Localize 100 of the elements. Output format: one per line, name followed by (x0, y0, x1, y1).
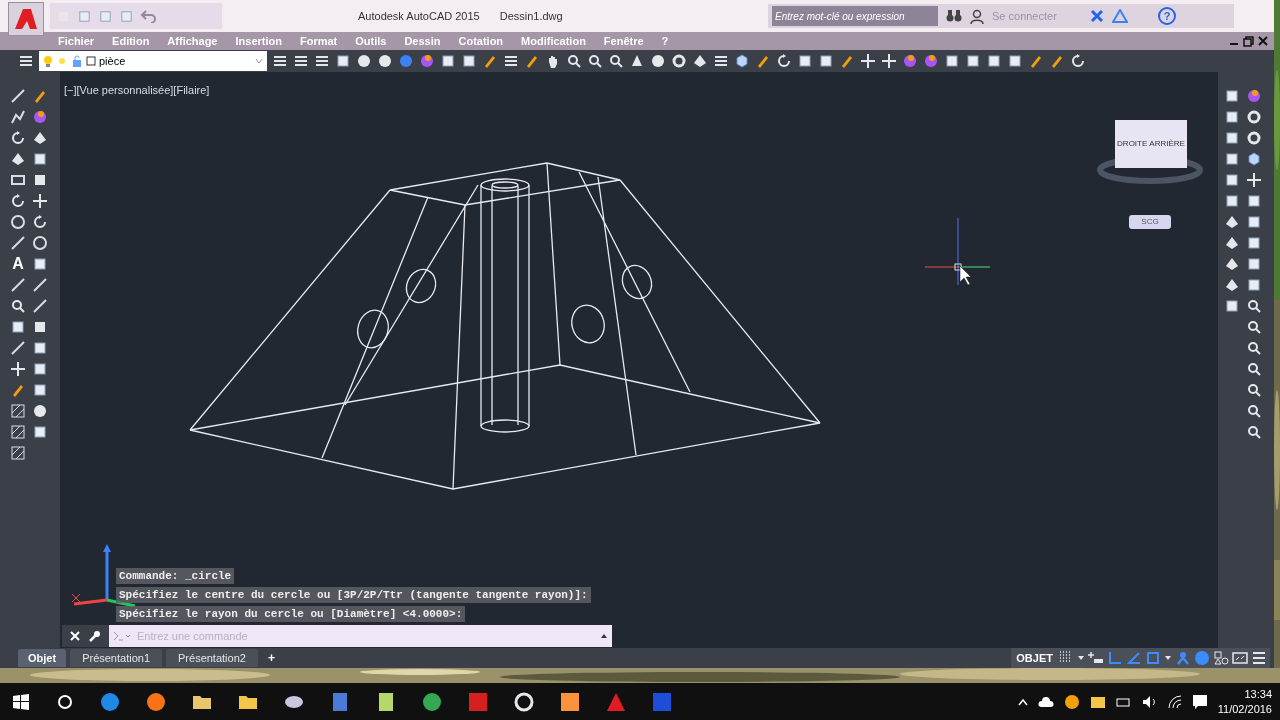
layout-tab[interactable]: Présentation2 (166, 649, 258, 667)
magnifier-icon[interactable] (1246, 340, 1262, 356)
windows-logo-icon[interactable] (13, 693, 29, 710)
square-icon[interactable] (32, 319, 48, 335)
menu-item[interactable]: Modification (521, 32, 586, 50)
rotate-icon[interactable] (32, 214, 48, 230)
wifi-icon[interactable] (1167, 694, 1182, 709)
transparency-toggle-icon[interactable] (1194, 650, 1210, 666)
chevron-up-icon[interactable] (1017, 697, 1028, 706)
line-icon[interactable] (32, 277, 48, 293)
magnifier-icon[interactable] (1246, 382, 1262, 398)
search-icon[interactable] (57, 693, 73, 710)
cube-icon[interactable] (734, 53, 750, 69)
polyline-icon[interactable] (10, 109, 26, 125)
line-icon[interactable] (10, 340, 26, 356)
magnifier-icon[interactable] (1246, 298, 1262, 314)
menu-item[interactable]: Affichage (167, 32, 218, 50)
move-icon[interactable] (1246, 172, 1262, 188)
box-icon[interactable] (818, 53, 834, 69)
hatch-icon[interactable] (10, 424, 26, 440)
wrench-icon[interactable] (88, 629, 101, 643)
layers-icon[interactable] (503, 53, 519, 69)
pencil-icon[interactable] (32, 88, 48, 104)
box-icon[interactable] (1224, 109, 1240, 125)
box-icon[interactable] (1224, 151, 1240, 167)
layout-tab[interactable]: Objet (18, 649, 67, 667)
box-icon[interactable] (32, 382, 48, 398)
expand-caret-icon[interactable] (600, 633, 608, 639)
box-icon[interactable] (797, 53, 813, 69)
magnifier-icon[interactable] (608, 53, 624, 69)
ball-icon[interactable] (923, 53, 939, 69)
notification-icon[interactable] (1191, 693, 1208, 710)
square-app-icon[interactable] (559, 690, 581, 713)
ducs-toggle-icon[interactable] (1175, 650, 1191, 666)
menu-item[interactable]: ? (661, 32, 669, 50)
pencil-icon[interactable] (755, 53, 771, 69)
move-icon[interactable] (881, 53, 897, 69)
box-icon[interactable] (32, 361, 48, 377)
box-icon[interactable] (1246, 193, 1262, 209)
ball-icon[interactable] (32, 109, 48, 125)
menu-item[interactable]: Fichier (58, 32, 95, 50)
rectangle-icon[interactable] (10, 172, 26, 188)
ball-icon[interactable] (1246, 88, 1262, 104)
layers-icon[interactable] (293, 53, 309, 69)
battery-icon[interactable] (1115, 695, 1132, 708)
polar-toggle-icon[interactable] (1126, 650, 1142, 666)
cone-icon[interactable] (629, 53, 645, 69)
box-icon[interactable] (1224, 172, 1240, 188)
menu-item[interactable]: Edition (112, 32, 150, 50)
menu-item[interactable]: Outils (355, 32, 387, 50)
layers-icon[interactable] (272, 53, 288, 69)
binoculars-icon[interactable] (946, 9, 962, 23)
box-icon[interactable] (1224, 193, 1240, 209)
pyramid-icon[interactable] (692, 53, 708, 69)
close-icon[interactable] (1258, 36, 1268, 46)
hatch-icon[interactable] (10, 445, 26, 461)
box-icon[interactable] (1007, 53, 1023, 69)
layers-icon[interactable] (713, 53, 729, 69)
box-icon[interactable] (965, 53, 981, 69)
magnifier-icon[interactable] (1246, 424, 1262, 440)
dropdown-caret-icon[interactable] (1077, 655, 1085, 661)
box-icon[interactable] (986, 53, 1002, 69)
sign-in-link[interactable]: Se connecter (992, 7, 1082, 25)
box-icon[interactable] (440, 53, 456, 69)
add-tab-button[interactable]: + (261, 649, 281, 667)
viewcube[interactable]: DROITE ARRIÈRE (1115, 120, 1187, 168)
dropdown-caret-icon[interactable] (1164, 655, 1172, 661)
application-menu-button[interactable] (8, 2, 44, 36)
pencil-icon[interactable] (482, 53, 498, 69)
box-icon[interactable] (944, 53, 960, 69)
text-tool-button[interactable]: A (10, 256, 26, 272)
box-icon[interactable] (32, 424, 48, 440)
disc-icon[interactable] (356, 53, 372, 69)
rotate-icon[interactable] (10, 130, 26, 146)
speaker-icon[interactable] (1141, 694, 1158, 709)
rotate-icon[interactable] (1070, 53, 1086, 69)
menu-item[interactable]: Format (299, 32, 338, 50)
pencil-icon[interactable] (1028, 53, 1044, 69)
layer-dropdown[interactable]: pièce (39, 51, 267, 71)
magnifier-icon[interactable] (10, 298, 26, 314)
magnifier-icon[interactable] (1246, 319, 1262, 335)
box-icon[interactable] (461, 53, 477, 69)
exchange-icon[interactable] (1090, 9, 1104, 23)
restore-icon[interactable] (1243, 35, 1254, 47)
triangle-icon[interactable] (1112, 9, 1128, 23)
pencil-icon[interactable] (1049, 53, 1065, 69)
menu-item[interactable]: Cotation (458, 32, 504, 50)
box-icon[interactable] (1246, 214, 1262, 230)
pencil-icon[interactable] (524, 53, 540, 69)
pencil-icon[interactable] (839, 53, 855, 69)
menu-item[interactable]: Fenêtre (603, 32, 644, 50)
sphere-icon[interactable] (398, 53, 414, 69)
viewport-label[interactable]: [−][Vue personnalisée][Filaire] (64, 82, 210, 99)
layers-icon[interactable] (314, 53, 330, 69)
box-icon[interactable] (1246, 256, 1262, 272)
line-icon[interactable] (10, 235, 26, 251)
osnap-toggle-icon[interactable] (1145, 650, 1161, 666)
pyramid-icon[interactable] (1224, 277, 1240, 293)
ortho-toggle-icon[interactable] (1107, 650, 1123, 666)
menu-item[interactable]: Insertion (235, 32, 282, 50)
